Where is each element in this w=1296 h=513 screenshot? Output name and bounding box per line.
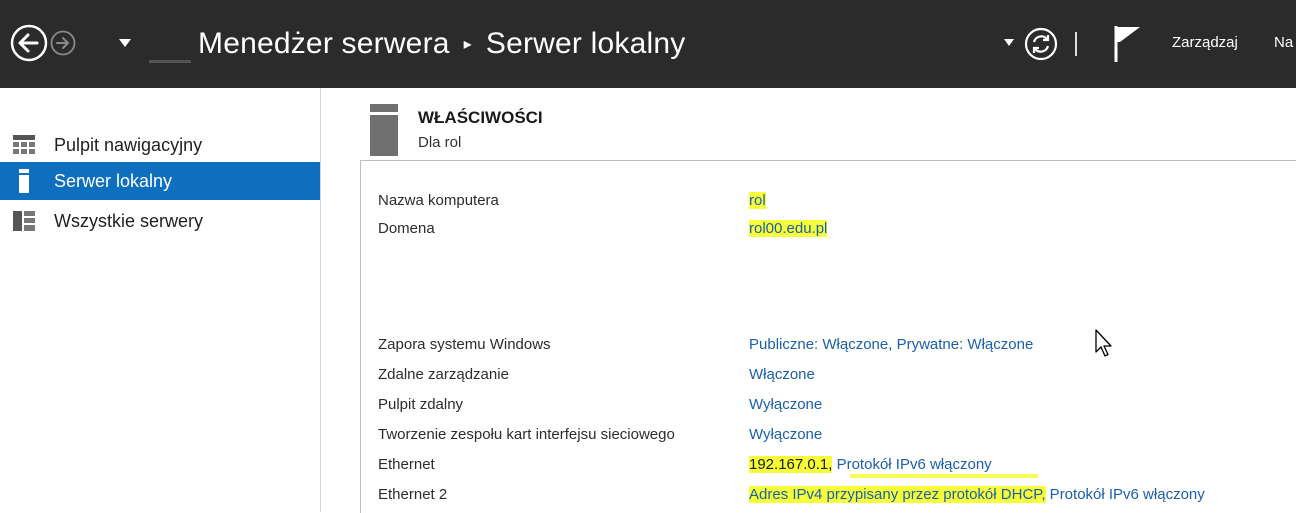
section-title: WŁAŚCIWOŚCI bbox=[418, 108, 543, 127]
manage-menu[interactable]: Zarządzaj bbox=[1172, 34, 1238, 51]
breadcrumb: Menedżer serwera ▸ Serwer lokalny bbox=[198, 22, 685, 66]
properties-server-icon bbox=[370, 104, 398, 156]
breadcrumb-divider bbox=[149, 60, 191, 63]
prop-label-ethernet-2: Ethernet 2 bbox=[378, 486, 448, 503]
breadcrumb-dropdown-icon[interactable] bbox=[1003, 38, 1015, 48]
toolbar-divider bbox=[1075, 32, 1077, 56]
refresh-icon[interactable] bbox=[1024, 27, 1058, 61]
sidebar-item-label: Wszystkie serwery bbox=[54, 210, 204, 231]
ethernet-2-dhcp-status: Adres IPv4 przypisany przez protokół DHC… bbox=[749, 486, 1046, 503]
prop-value-ethernet-2[interactable]: Adres IPv4 przypisany przez protokół DHC… bbox=[749, 486, 1205, 503]
highlight-stroke bbox=[850, 474, 1038, 478]
prop-label-remote-management: Zdalne zarządzanie bbox=[378, 366, 509, 383]
history-dropdown-icon[interactable] bbox=[118, 38, 132, 48]
prop-label-remote-desktop: Pulpit zdalny bbox=[378, 396, 464, 413]
sidebar-item-label: Serwer lokalny bbox=[54, 170, 173, 191]
breadcrumb-page[interactable]: Serwer lokalny bbox=[486, 27, 686, 61]
prop-label-domain: Domena bbox=[378, 220, 435, 237]
sidebar-item-all-servers[interactable]: Wszystkie serwery bbox=[0, 202, 320, 240]
prop-value-ethernet[interactable]: 192.167.0.1, Protokół IPv6 włączony bbox=[749, 456, 992, 473]
mouse-pointer-icon bbox=[1095, 329, 1112, 357]
back-button-icon[interactable] bbox=[10, 24, 48, 62]
server-icon bbox=[12, 169, 36, 193]
servers-icon bbox=[12, 209, 36, 233]
next-menu[interactable]: Na bbox=[1274, 34, 1293, 51]
sidebar-item-local-server[interactable]: Serwer lokalny bbox=[0, 162, 320, 200]
sidebar: Pulpit nawigacyjny Serwer lokalny Wszyst… bbox=[0, 88, 321, 512]
ethernet-ipv6-status: Protokół IPv6 włączony bbox=[832, 456, 992, 473]
section-subtitle: Dla rol bbox=[418, 134, 462, 151]
prop-value-domain[interactable]: rol00.edu.pl bbox=[749, 220, 828, 237]
notifications-flag-icon[interactable] bbox=[1110, 24, 1146, 64]
prop-label-nic-teaming: Tworzenie zespołu kart interfejsu siecio… bbox=[378, 426, 675, 443]
ethernet-ip-address: 192.167.0.1, bbox=[749, 456, 833, 473]
prop-value-firewall[interactable]: Publiczne: Włączone, Prywatne: Włączone bbox=[749, 336, 1033, 353]
prop-value-remote-desktop[interactable]: Wyłączone bbox=[749, 396, 822, 413]
prop-label-firewall: Zapora systemu Windows bbox=[378, 336, 551, 353]
title-bar: Menedżer serwera ▸ Serwer lokalny Zarząd… bbox=[0, 0, 1296, 88]
prop-label-ethernet: Ethernet bbox=[378, 456, 435, 473]
sidebar-item-dashboard[interactable]: Pulpit nawigacyjny bbox=[0, 126, 320, 164]
forward-button-icon[interactable] bbox=[50, 30, 76, 56]
sidebar-item-label: Pulpit nawigacyjny bbox=[54, 134, 203, 155]
prop-value-remote-management[interactable]: Włączone bbox=[749, 366, 815, 383]
breadcrumb-separator: ▸ bbox=[463, 36, 472, 53]
dashboard-icon bbox=[12, 133, 36, 157]
prop-label-computer-name: Nazwa komputera bbox=[378, 192, 499, 209]
prop-value-nic-teaming[interactable]: Wyłączone bbox=[749, 426, 822, 443]
ethernet-2-ipv6-status: Protokół IPv6 włączony bbox=[1045, 486, 1205, 503]
prop-value-computer-name[interactable]: rol bbox=[749, 192, 766, 209]
breadcrumb-app[interactable]: Menedżer serwera bbox=[198, 27, 450, 61]
